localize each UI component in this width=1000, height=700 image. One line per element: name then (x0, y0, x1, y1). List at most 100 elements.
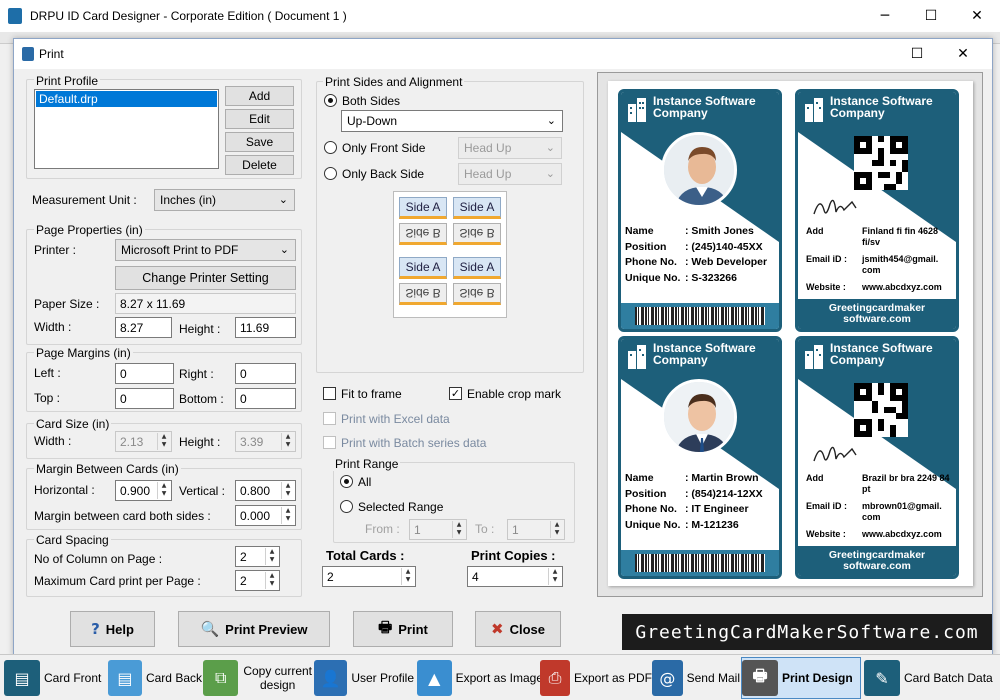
back-only-radio[interactable] (324, 167, 337, 180)
max-cards-input[interactable]: 2 ▲ ▼ (235, 570, 280, 591)
name-value: : Smith Jones (685, 225, 754, 237)
excel-data-checkbox[interactable] (323, 412, 336, 425)
print-copies-value: 4 (472, 570, 479, 584)
export-pdf-label: Export as PDF (573, 671, 652, 685)
card-back-label: Card Back (145, 671, 202, 685)
export-image-button[interactable]: ▲ Export as Image (417, 657, 543, 699)
add-profile-button[interactable]: Add (225, 86, 294, 106)
profile-list-item[interactable]: Default.drp (36, 91, 217, 107)
dialog-close-icon[interactable]: ✕ (940, 39, 986, 69)
back-orientation-value: Head Up (464, 167, 512, 181)
left-margin-input[interactable]: 0 (115, 363, 174, 384)
spinner-icon[interactable]: ▲ ▼ (548, 568, 561, 585)
close-button[interactable]: ✖ Close (475, 611, 561, 647)
spinner-icon[interactable]: ▲ ▼ (265, 548, 278, 565)
back-orientation-select: Head Up ⌄ (458, 163, 562, 185)
copy-design-button[interactable]: ⧉ Copy current design (203, 657, 313, 699)
vertical-margin-input[interactable]: 0.800 ▲ ▼ (235, 480, 296, 501)
spinner-icon[interactable]: ▲ ▼ (281, 507, 294, 524)
employee-photo (661, 132, 737, 208)
profile-list[interactable]: Default.drp (34, 89, 219, 169)
print-design-button[interactable]: 🖶 Print Design (741, 657, 861, 699)
page-height-input[interactable]: 11.69 (235, 317, 296, 338)
unique-value: : S-323266 (685, 271, 737, 284)
delete-profile-button[interactable]: Delete (225, 155, 294, 175)
spinner-icon[interactable]: ▲ ▼ (265, 572, 278, 589)
selected-range-radio[interactable] (340, 500, 353, 513)
website-value: www.abcdxyz.com (862, 282, 942, 292)
bottom-margin-input[interactable]: 0 (235, 388, 296, 409)
card-front-button[interactable]: ▤ Card Front (4, 657, 106, 699)
maximize-button[interactable]: ☐ (908, 0, 954, 32)
qr-code-icon (854, 383, 908, 437)
front-orientation-select: Head Up ⌄ (458, 137, 562, 159)
dialog-titlebar: Print ☐ ✕ (14, 39, 992, 69)
to-input: 1 ▲ ▼ (507, 519, 565, 540)
side-b-block: Side B (399, 283, 447, 305)
columns-input[interactable]: 2 ▲ ▼ (235, 546, 280, 567)
print-copies-input[interactable]: 4 ▲ ▼ (467, 566, 563, 587)
export-pdf-button[interactable]: ⎙ Export as PDF (540, 657, 652, 699)
unique-label: Unique No. (625, 271, 681, 284)
batch-data-checkbox[interactable] (323, 436, 336, 449)
page-properties-legend: Page Properties (in) (34, 223, 145, 237)
right-margin-input[interactable]: 0 (235, 363, 296, 384)
spinner-icon[interactable]: ▲ ▼ (157, 482, 170, 499)
change-printer-button[interactable]: Change Printer Setting (115, 266, 296, 290)
measurement-unit-select[interactable]: Inches (in) ⌄ (154, 189, 295, 211)
alignment-select[interactable]: Up-Down ⌄ (341, 110, 563, 132)
alignment-value: Up-Down (347, 114, 398, 128)
both-sides-margin-input[interactable]: 0.000 ▲ ▼ (235, 505, 296, 526)
card-size-legend: Card Size (in) (34, 417, 112, 431)
card-back-button[interactable]: ▤ Card Back (108, 657, 202, 699)
email-value: jsmith454@gmail. com (862, 254, 939, 275)
both-sides-radio[interactable] (324, 94, 337, 107)
back-details: Add Brazil br bra 2249 84 pt Email iD : mb… (806, 473, 956, 540)
user-profile-button[interactable]: 👤 User Profile (314, 657, 414, 699)
building-icon (805, 98, 823, 122)
pdf-icon: ⎙ (540, 660, 570, 696)
measurement-unit-label: Measurement Unit : (32, 193, 137, 207)
print-preview-button[interactable]: 🔍 Print Preview (178, 611, 330, 647)
dialog-maximize-button[interactable]: ☐ (894, 39, 940, 69)
spinner-icon[interactable]: ▲ ▼ (401, 568, 414, 585)
card-spacing-legend: Card Spacing (34, 533, 111, 547)
side-b-block: Side B (399, 223, 447, 245)
batch-data-button[interactable]: ✎ Card Batch Data (864, 657, 996, 699)
total-cards-value: 2 (327, 570, 334, 584)
margin-between-cards-legend: Margin Between Cards (in) (34, 462, 181, 476)
name-label: Name (625, 225, 654, 237)
front-only-radio[interactable] (324, 141, 337, 154)
print-preview-label: Print Preview (225, 621, 308, 637)
save-profile-button[interactable]: Save (225, 132, 294, 152)
print-button[interactable]: 🖶 Print (353, 611, 453, 647)
position-label: Position (625, 240, 667, 253)
side-a-block: Side A (399, 197, 447, 219)
crop-mark-checkbox[interactable]: ✓ (449, 387, 462, 400)
close-window-button[interactable]: ✕ (954, 0, 1000, 32)
name-label: Name (625, 472, 654, 484)
print-range-legend: Print Range (333, 457, 401, 471)
printer-label: Printer : (34, 243, 77, 257)
all-pages-radio[interactable] (340, 475, 353, 488)
send-mail-button[interactable]: @ Send Mail (652, 657, 740, 699)
max-cards-value: 2 (240, 574, 247, 588)
page-width-input[interactable]: 8.27 (115, 317, 172, 338)
minimize-button[interactable]: ─ (862, 0, 908, 32)
top-margin-input[interactable]: 0 (115, 388, 174, 409)
print-preview-pane: Instance Software Company Name : Smith Jo… (597, 72, 983, 597)
send-mail-label: Send Mail (686, 671, 740, 685)
horizontal-margin-input[interactable]: 0.900 ▲ ▼ (115, 480, 172, 501)
total-cards-input[interactable]: 2 ▲ ▼ (322, 566, 416, 587)
printer-select[interactable]: Microsoft Print to PDF ⌄ (115, 239, 296, 261)
company-name: Instance Software Company (830, 94, 933, 120)
edit-profile-button[interactable]: Edit (225, 109, 294, 129)
page-margins-legend: Page Margins (in) (34, 346, 133, 360)
help-button[interactable]: ? Help (70, 611, 155, 647)
spinner-icon[interactable]: ▲ ▼ (281, 482, 294, 499)
address-label: Add (806, 473, 824, 483)
print-profile-legend: Print Profile (34, 74, 101, 88)
copy-design-label: Copy current design (243, 664, 313, 692)
paper-size-field[interactable]: 8.27 x 11.69 (115, 293, 296, 314)
fit-to-frame-checkbox[interactable] (323, 387, 336, 400)
